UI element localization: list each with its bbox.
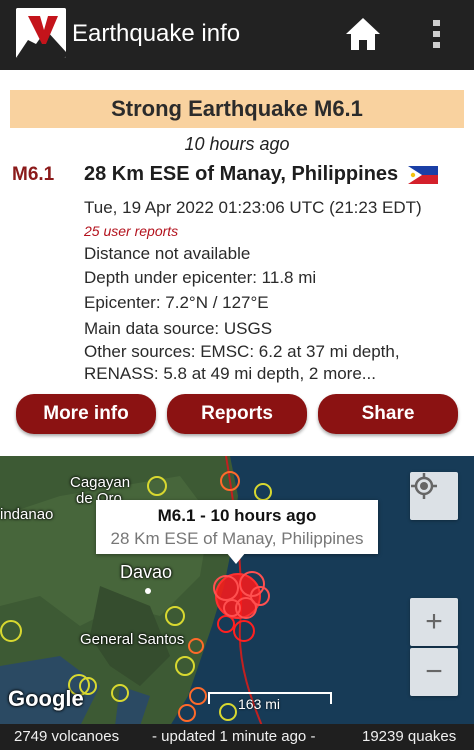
map-info-popup[interactable]: M6.1 - 10 hours ago 28 Km ESE of Manay, … [96, 500, 378, 554]
my-location-icon[interactable] [410, 472, 458, 520]
zoom-out-button[interactable]: − [410, 648, 458, 696]
share-button[interactable]: Share [318, 394, 458, 434]
overflow-menu-icon[interactable] [428, 18, 446, 50]
event-datetime: Tue, 19 Apr 2022 01:23:06 UTC (21:23 EDT… [84, 198, 422, 217]
map-label-davao: Davao [120, 562, 173, 582]
app-title: Earthquake info [72, 20, 241, 47]
other-sources-line-1: Other sources: EMSC: 6.2 at 37 mi depth, [84, 342, 400, 361]
app-bar: Earthquake info [0, 0, 474, 70]
map-label-general-santos: General Santos [80, 631, 185, 648]
popup-tail [226, 552, 246, 564]
more-info-button[interactable]: More info [16, 394, 156, 434]
other-sources-line-2[interactable]: RENASS: 5.8 at 49 mi depth, 2 more... [84, 364, 376, 384]
main-source-info: Main data source: USGS [84, 319, 273, 338]
volcano-count: 2749 volcanoes [14, 728, 120, 745]
home-icon[interactable] [344, 16, 382, 52]
philippines-flag-icon [408, 166, 438, 184]
user-reports-link[interactable]: 25 user reports [84, 221, 178, 241]
map-label-mindanao: indanao [0, 506, 54, 523]
earthquake-detail-card: Strong Earthquake M6.1 10 hours ago M6.1… [0, 70, 474, 456]
map-view[interactable]: Cagayan de Oro indanao Davao General San… [0, 456, 474, 726]
popup-subtitle: 28 Km ESE of Manay, Philippines [110, 529, 364, 548]
update-status: - updated 1 minute ago - [152, 728, 316, 745]
time-ago: 10 hours ago [184, 134, 290, 154]
map-label-cagayan: Cagayan [70, 474, 131, 491]
reports-button[interactable]: Reports [167, 394, 307, 434]
zoom-in-button[interactable]: + [410, 598, 458, 646]
quake-count: 19239 quakes [362, 728, 457, 745]
magnitude-label: M6.1 [12, 164, 55, 185]
google-logo: Google [8, 686, 84, 711]
earthquake-banner: Strong Earthquake M6.1 [10, 90, 464, 128]
depth-info: Depth under epicenter: 11.8 mi [84, 268, 317, 287]
map-scale-label: 163 mi [238, 696, 281, 712]
distance-info: Distance not available [84, 244, 251, 263]
status-bar: 2749 volcanoes - updated 1 minute ago - … [0, 724, 474, 750]
location-title: 28 Km ESE of Manay, Philippines [84, 163, 399, 185]
volcano-logo-icon [16, 8, 66, 58]
popup-title: M6.1 - 10 hours ago [157, 506, 317, 525]
epicenter-info: Epicenter: 7.2°N / 127°E [84, 293, 269, 312]
